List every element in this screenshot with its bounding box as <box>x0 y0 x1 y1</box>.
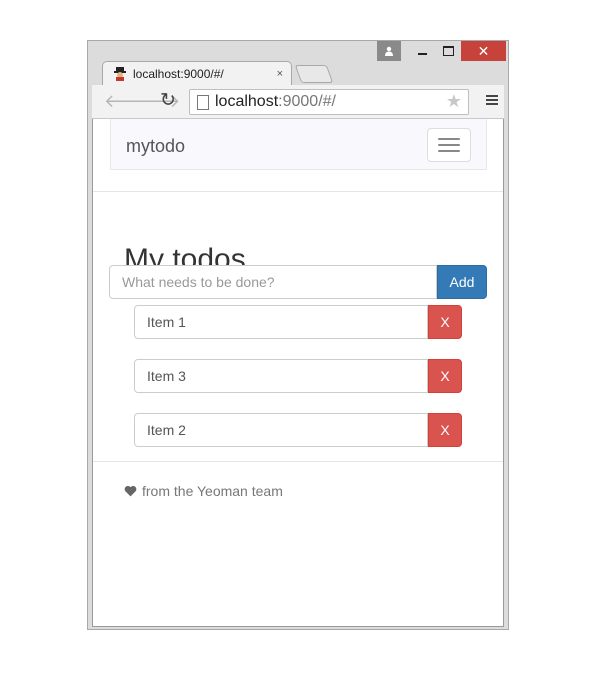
tab-title: localhost:9000/#/ <box>133 67 224 81</box>
profile-button[interactable] <box>377 41 401 61</box>
page-viewport: mytodo My todos Add X X X <box>92 119 504 627</box>
reload-icon[interactable]: ↻ <box>160 89 176 112</box>
browser-toolbar: 🡐 🡒 ↻ localhost:9000/#/ ★ <box>92 85 504 119</box>
brand-link[interactable]: mytodo <box>126 136 185 157</box>
add-todo-form: Add <box>109 265 487 299</box>
browser-tab[interactable]: localhost:9000/#/ × <box>102 61 292 86</box>
close-window-button[interactable]: ✕ <box>461 41 506 61</box>
window-controls: ✕ <box>377 41 506 61</box>
todo-item: X <box>134 413 462 447</box>
delete-todo-button[interactable]: X <box>428 413 462 447</box>
close-icon: ✕ <box>477 42 490 59</box>
footer: from the Yeoman team <box>124 483 283 499</box>
url-host: localhost <box>215 93 279 110</box>
heart-icon <box>124 485 137 497</box>
todo-text-input[interactable] <box>134 359 428 393</box>
browser-window: ✕ localhost:9000/#/ × 🡐 🡒 ↻ localhost:90… <box>87 40 509 630</box>
yeoman-favicon-icon <box>114 67 126 81</box>
url-path: :9000/#/ <box>278 93 336 110</box>
footer-divider <box>93 461 503 462</box>
maximize-button[interactable] <box>435 41 461 61</box>
new-tab-button[interactable] <box>294 65 334 83</box>
page-icon <box>197 95 209 110</box>
hamburger-bar <box>438 138 460 140</box>
chrome-menu-icon[interactable] <box>486 95 498 107</box>
todo-item: X <box>134 305 462 339</box>
header-divider <box>93 191 503 192</box>
add-button[interactable]: Add <box>437 265 487 299</box>
bookmark-star-icon[interactable]: ★ <box>446 91 462 112</box>
todo-text-input[interactable] <box>134 305 428 339</box>
todo-text-input[interactable] <box>134 413 428 447</box>
todo-item: X <box>134 359 462 393</box>
navbar-toggle-button[interactable] <box>427 128 471 162</box>
todo-list: X X X <box>134 305 462 467</box>
user-icon <box>385 46 393 56</box>
new-todo-input[interactable] <box>109 265 437 299</box>
maximize-icon <box>442 46 454 56</box>
delete-todo-button[interactable]: X <box>428 359 462 393</box>
address-bar[interactable]: localhost:9000/#/ ★ <box>189 89 469 115</box>
navbar: mytodo <box>110 119 487 170</box>
minimize-icon <box>417 53 427 55</box>
tab-close-icon[interactable]: × <box>277 68 283 80</box>
hamburger-bar <box>438 150 460 152</box>
hamburger-bar <box>438 144 460 146</box>
footer-text: from the Yeoman team <box>142 483 283 499</box>
minimize-button[interactable] <box>409 41 435 61</box>
delete-todo-button[interactable]: X <box>428 305 462 339</box>
url-text: localhost:9000/#/ <box>215 93 336 111</box>
